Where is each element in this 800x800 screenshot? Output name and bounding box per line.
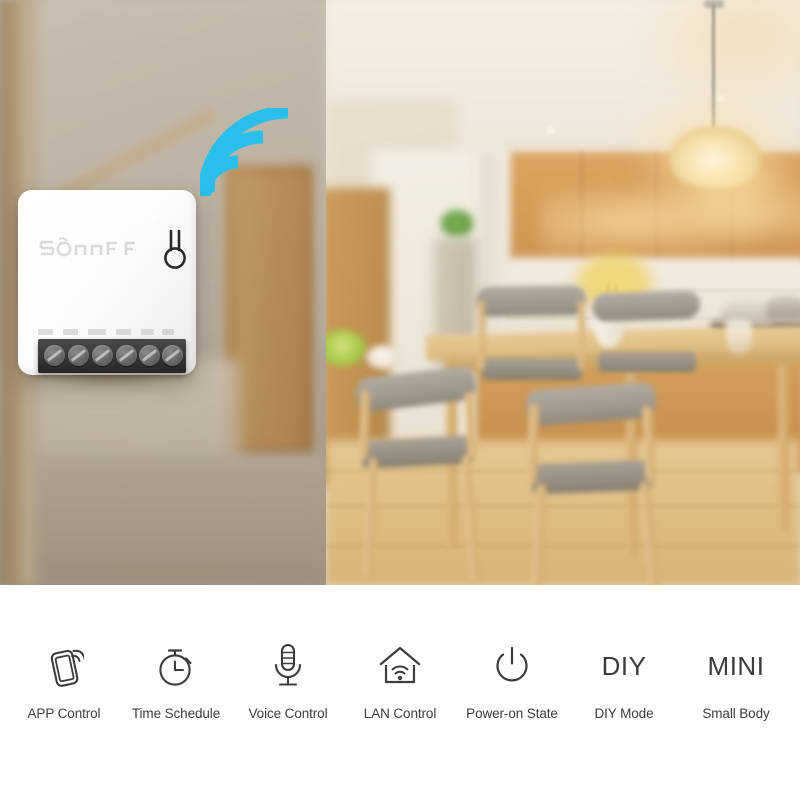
diy-text-icon: DIY — [602, 640, 647, 692]
smartphone-wifi-icon — [44, 640, 84, 692]
product-marketing-image: APP Control Time Schedule Voice Control … — [0, 0, 800, 800]
feature-small-body: MINI Small Body — [680, 640, 792, 721]
screw-terminal — [92, 345, 113, 366]
feature-label: Small Body — [702, 706, 770, 721]
screw-terminal — [139, 345, 160, 366]
screw-terminal — [44, 345, 65, 366]
feature-label: Power-on State — [466, 706, 558, 721]
feature-label: DIY Mode — [594, 706, 654, 721]
light-bulb-icon — [158, 228, 192, 270]
feature-label: APP Control — [27, 706, 101, 721]
screw-terminal — [68, 345, 89, 366]
scene-kitchen — [326, 0, 800, 585]
floor-plank-line — [326, 545, 800, 547]
feature-lan-control: LAN Control — [344, 640, 456, 721]
feature-power-on-state: Power-on State — [456, 640, 568, 721]
feature-time-schedule: Time Schedule — [120, 640, 232, 721]
white-bowl — [366, 345, 400, 369]
pendant-lamp-glow — [678, 168, 798, 248]
power-icon — [492, 640, 532, 692]
table-leg — [778, 350, 789, 530]
diy-text: DIY — [601, 651, 647, 681]
pendant-lamp-cord — [712, 4, 715, 129]
feature-label: Time Schedule — [131, 706, 221, 721]
ceiling-downlight — [546, 128, 555, 134]
screw-terminal — [162, 345, 183, 366]
screw-terminal — [116, 345, 137, 366]
feature-label: Voice Control — [248, 706, 328, 721]
potted-plant — [441, 210, 473, 236]
feature-diy-mode: DIY DIY Mode — [568, 640, 680, 721]
house-wifi-icon — [377, 640, 423, 692]
feature-app-control: APP Control — [8, 640, 120, 721]
feature-list: APP Control Time Schedule Voice Control … — [0, 585, 800, 800]
wifi-waves-icon — [197, 105, 292, 200]
floor-plank-line — [326, 505, 800, 507]
glassware — [726, 320, 752, 354]
sonoff-brand-logo — [36, 236, 146, 262]
mini-text-icon: MINI — [708, 640, 765, 692]
feature-label: LAN Control — [363, 706, 437, 721]
ceiling-downlight — [716, 96, 725, 102]
microphone-icon — [269, 640, 307, 692]
stopwatch-icon — [155, 640, 197, 692]
screw-terminal-block — [38, 339, 186, 373]
kettle — [766, 296, 800, 320]
lifestyle-photo-banner — [0, 0, 800, 585]
feature-voice-control: Voice Control — [232, 640, 344, 721]
mini-text: MINI — [707, 651, 765, 681]
